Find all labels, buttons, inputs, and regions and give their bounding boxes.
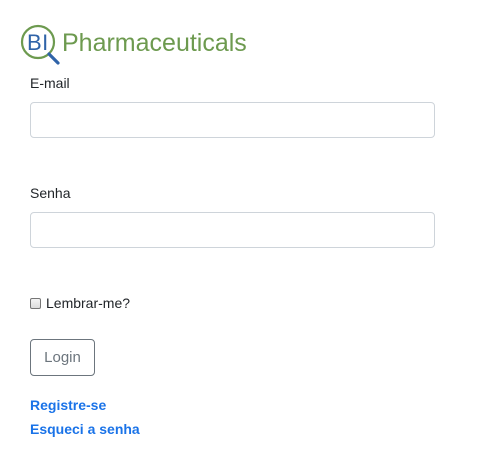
logo-mark-text: BI: [27, 30, 49, 55]
password-label: Senha: [30, 185, 71, 201]
remember-checkbox[interactable]: [30, 297, 41, 309]
brand-logo: BI Pharmaceuticals: [18, 24, 247, 66]
register-link[interactable]: Registre-se: [30, 396, 106, 414]
remember-me[interactable]: Lembrar-me?: [30, 294, 130, 312]
login-page: BI Pharmaceuticals E-mail Senha Lembrar-…: [0, 0, 485, 469]
login-button[interactable]: Login: [30, 339, 95, 376]
email-field-box: [30, 102, 435, 138]
remember-label: Lembrar-me?: [46, 295, 131, 311]
password-field[interactable]: [31, 213, 434, 247]
email-field[interactable]: [31, 103, 434, 137]
password-field-box: [30, 212, 435, 248]
forgot-password-link[interactable]: Esqueci a senha: [30, 420, 140, 438]
magnifier-logo-icon: BI: [18, 24, 64, 66]
brand-name: Pharmaceuticals: [62, 29, 247, 57]
email-label: E-mail: [30, 75, 70, 91]
